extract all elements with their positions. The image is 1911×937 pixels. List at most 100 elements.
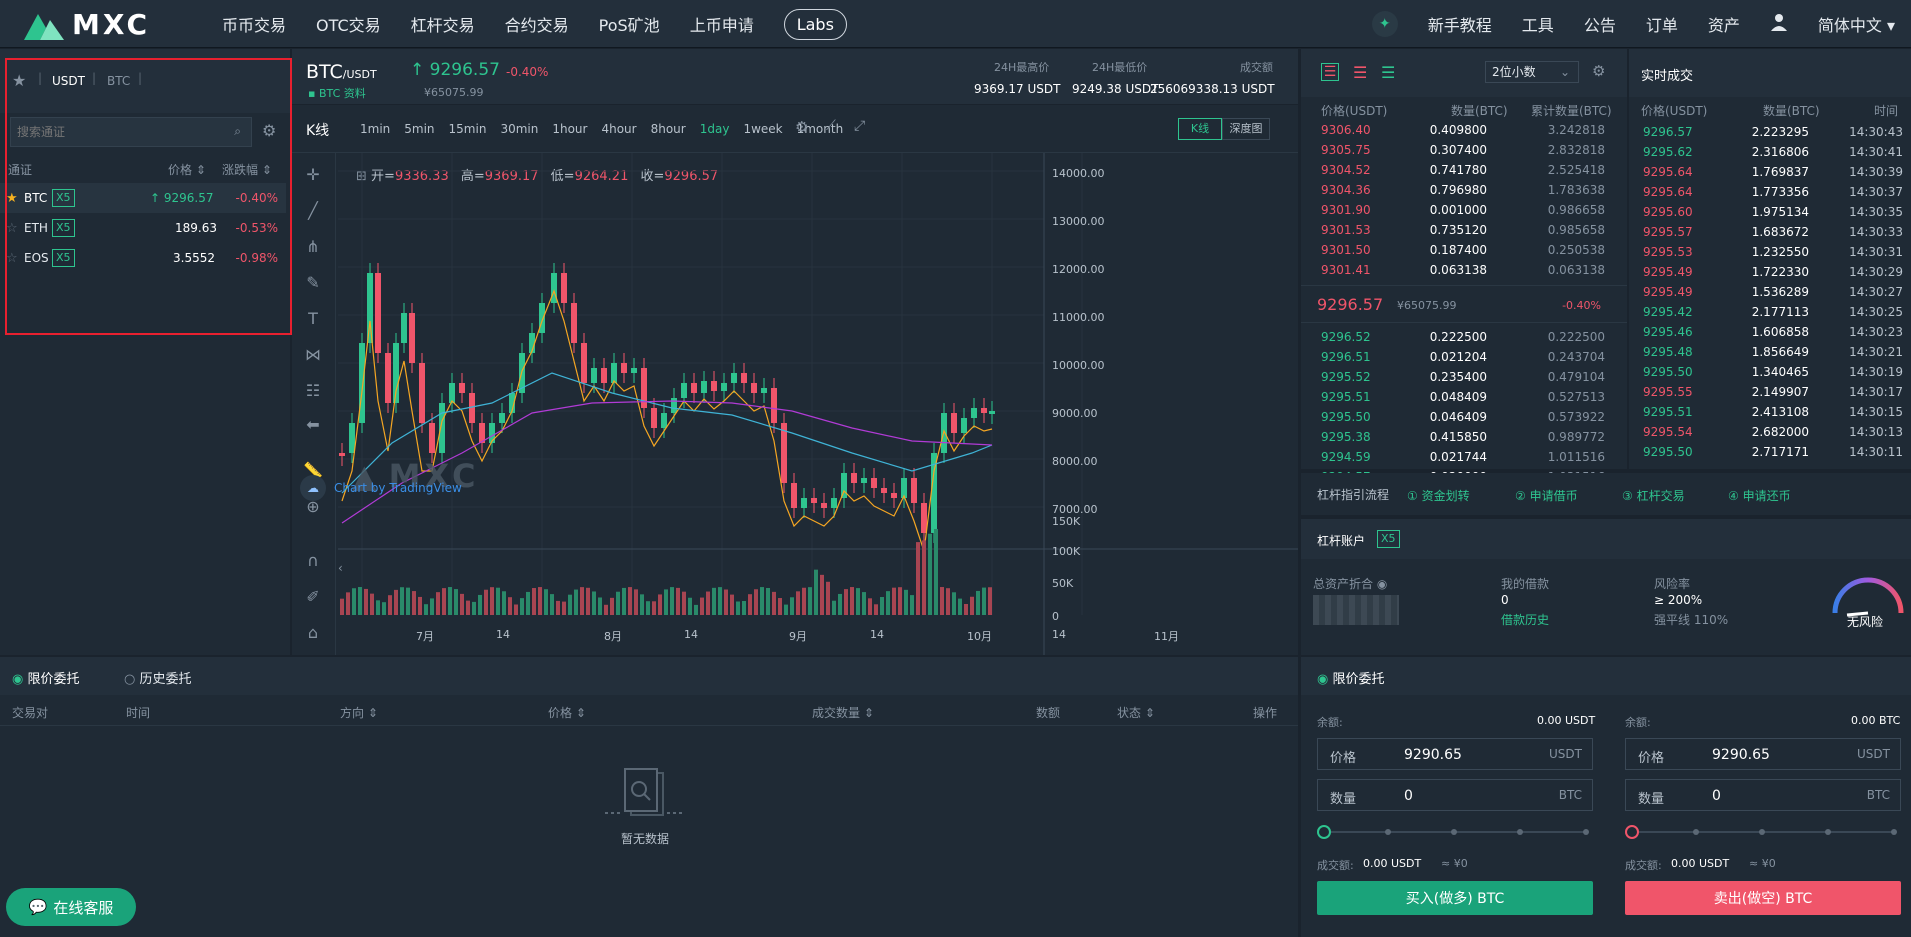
- ask-row[interactable]: 9306.40 0.409800 3.242818: [1301, 121, 1625, 141]
- chart-settings-icon[interactable]: ⚙: [795, 118, 808, 136]
- eye-icon[interactable]: ◉: [1377, 577, 1387, 591]
- bid-row[interactable]: 9296.52 0.222500 0.222500: [1301, 328, 1625, 348]
- volume-bar: [478, 594, 482, 615]
- tf-15min[interactable]: 15min: [449, 122, 487, 136]
- nav-margin[interactable]: 杠杆交易: [411, 12, 475, 36]
- fullscreen-icon[interactable]: ⤢: [854, 118, 865, 134]
- buy-qty-value[interactable]: 0: [1404, 788, 1413, 804]
- ask-row[interactable]: 9305.75 0.307400 2.832818: [1301, 141, 1625, 161]
- buy-qty-field[interactable]: 数量 0 BTC: [1317, 779, 1593, 811]
- decimals-select[interactable]: 2位小数 ⌄: [1485, 61, 1579, 83]
- sell-qty-value[interactable]: 0: [1712, 788, 1721, 804]
- orderbook-settings-icon[interactable]: ⚙: [1592, 62, 1605, 80]
- tf-30min[interactable]: 30min: [500, 122, 538, 136]
- tf-5min[interactable]: 5min: [404, 122, 434, 136]
- ask-row[interactable]: 9301.50 0.187400 0.250538: [1301, 241, 1625, 261]
- sell-qty-field[interactable]: 数量 0 BTC: [1625, 779, 1901, 811]
- both-sides-icon[interactable]: ☰: [1321, 63, 1339, 81]
- ask-row[interactable]: 9301.53 0.735120 0.985658: [1301, 221, 1625, 241]
- tf-4hour[interactable]: 4hour: [601, 122, 636, 136]
- tf-1hour[interactable]: 1hour: [552, 122, 587, 136]
- bid-row[interactable]: 9295.52 0.235400 0.479104: [1301, 368, 1625, 388]
- bid-row[interactable]: 9294.59 0.021744 1.011516: [1301, 448, 1625, 468]
- coin-info-link[interactable]: ▪ BTC 资料: [308, 85, 366, 101]
- tradingview-credit[interactable]: ☁ Chart by TradingView: [300, 475, 462, 501]
- tf-1day[interactable]: 1day: [700, 122, 730, 136]
- nav-tools[interactable]: 工具: [1522, 12, 1554, 36]
- user-icon[interactable]: [1770, 13, 1788, 35]
- slider-mark[interactable]: [1825, 829, 1831, 835]
- order-col-price[interactable]: 价格 ⇕: [548, 704, 586, 721]
- sell-qty-unit: BTC: [1866, 788, 1890, 802]
- slider-mark[interactable]: [1891, 829, 1897, 835]
- nav-assets[interactable]: 资产: [1708, 12, 1740, 36]
- bids-only-icon[interactable]: ☰: [1381, 63, 1395, 82]
- nav-listing[interactable]: 上币申请: [690, 12, 754, 36]
- sell-price-value[interactable]: 9290.65: [1712, 747, 1770, 763]
- slider-mark[interactable]: [1451, 829, 1457, 835]
- buy-price-value[interactable]: 9290.65: [1404, 747, 1462, 763]
- slider-mark[interactable]: [1693, 829, 1699, 835]
- step-transfer[interactable]: ① 资金划转: [1407, 487, 1470, 504]
- view-kline-button[interactable]: K线: [1178, 118, 1222, 140]
- sell-button[interactable]: 卖出(做空) BTC: [1625, 881, 1901, 915]
- language-select[interactable]: 简体中文 ▾: [1818, 12, 1895, 36]
- candle-body: [419, 363, 425, 423]
- tf-8hour[interactable]: 8hour: [651, 122, 686, 136]
- tab-limit-form[interactable]: ◉ 限价委托: [1317, 668, 1385, 687]
- nav-otc[interactable]: OTC交易: [316, 12, 381, 36]
- candlestick-chart[interactable]: [292, 153, 1298, 655]
- view-depth-button[interactable]: 深度图: [1222, 118, 1270, 140]
- nav-futures[interactable]: 合约交易: [505, 12, 569, 36]
- ob-price: 9294.59: [1321, 450, 1371, 464]
- tf-1week[interactable]: 1week: [743, 122, 782, 136]
- ob-cum: 1.011516: [1547, 450, 1605, 464]
- nav-pos[interactable]: PoS矿池: [599, 12, 660, 36]
- step-repay[interactable]: ④ 申请还币: [1728, 487, 1791, 504]
- borrow-history-link[interactable]: 借款历史: [1501, 611, 1549, 628]
- logo[interactable]: MXC: [24, 6, 150, 42]
- buy-price-field[interactable]: 价格 9290.65 USDT: [1317, 738, 1593, 770]
- nav-tutorial[interactable]: 新手教程: [1428, 12, 1492, 36]
- trade-qty: 1.773356: [1751, 185, 1809, 199]
- bid-row[interactable]: 9296.51 0.021204 0.243704: [1301, 348, 1625, 368]
- candle-body: [621, 363, 627, 373]
- asks-only-icon[interactable]: ☰: [1353, 63, 1367, 82]
- sell-price-field[interactable]: 价格 9290.65 USDT: [1625, 738, 1901, 770]
- tab-history-orders[interactable]: ○ 历史委托: [124, 668, 192, 687]
- indicator-icon[interactable]: ⟋: [826, 118, 836, 134]
- tab-limit-orders[interactable]: ◉ 限价委托: [12, 668, 80, 687]
- nav-orders[interactable]: 订单: [1646, 12, 1678, 36]
- buy-slider-handle[interactable]: [1317, 825, 1331, 839]
- sell-slider-handle[interactable]: [1625, 825, 1639, 839]
- step-trade[interactable]: ③ 杠杆交易: [1622, 487, 1685, 504]
- step-borrow[interactable]: ② 申请借币: [1515, 487, 1578, 504]
- slider-mark[interactable]: [1583, 829, 1589, 835]
- candle-body: [601, 368, 607, 383]
- tf-1min[interactable]: 1min: [360, 122, 390, 136]
- lightbulb-icon[interactable]: ✦: [1371, 11, 1398, 37]
- slider-mark[interactable]: [1385, 829, 1391, 835]
- nav-notice[interactable]: 公告: [1584, 12, 1616, 36]
- bid-row[interactable]: 9295.51 0.048409 0.527513: [1301, 388, 1625, 408]
- online-support-button[interactable]: 💬 在线客服: [6, 888, 136, 926]
- order-col-filled[interactable]: 成交数量 ⇕: [812, 704, 874, 721]
- order-col-status[interactable]: 状态 ⇕: [1117, 704, 1155, 721]
- buy-slider[interactable]: [1317, 825, 1589, 839]
- order-col-side[interactable]: 方向 ⇕: [340, 704, 378, 721]
- ask-row[interactable]: 9301.90 0.001000 0.986658: [1301, 201, 1625, 221]
- ask-row[interactable]: 9304.36 0.796980 1.783638: [1301, 181, 1625, 201]
- volume-bar: [748, 594, 752, 615]
- nav-spot[interactable]: 币币交易: [222, 12, 286, 36]
- bid-row[interactable]: 9295.50 0.046409 0.573922: [1301, 408, 1625, 428]
- slider-mark[interactable]: [1517, 829, 1523, 835]
- nav-labs[interactable]: Labs: [783, 8, 847, 40]
- buy-button[interactable]: 买入(做多) BTC: [1317, 881, 1593, 915]
- ask-row[interactable]: 9301.41 0.063138 0.063138: [1301, 261, 1625, 281]
- sell-slider[interactable]: [1625, 825, 1897, 839]
- trade-qty: 1.683672: [1751, 225, 1809, 239]
- slider-mark[interactable]: [1759, 829, 1765, 835]
- bid-row[interactable]: 9295.38 0.415850 0.989772: [1301, 428, 1625, 448]
- ask-row[interactable]: 9304.52 0.741780 2.525418: [1301, 161, 1625, 181]
- trade-time: 14:30:43: [1849, 125, 1903, 139]
